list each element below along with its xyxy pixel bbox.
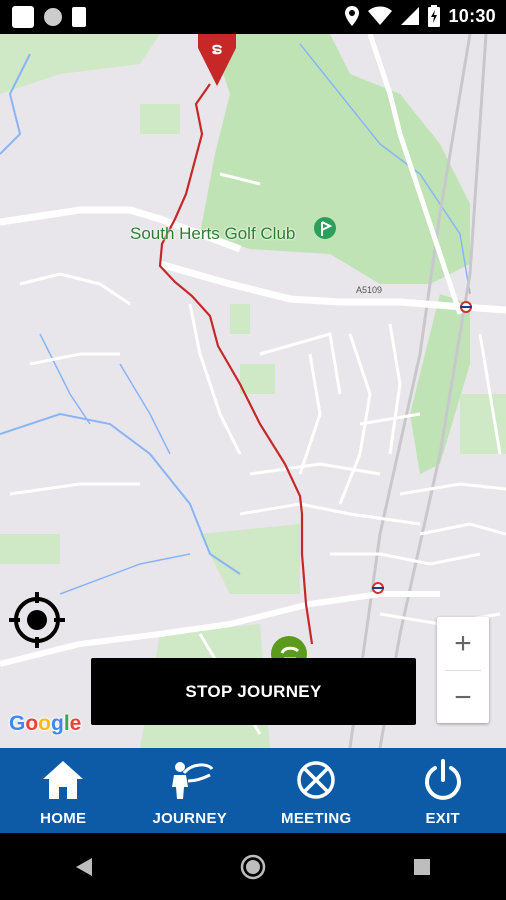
- status-time: 10:30: [448, 5, 496, 26]
- park-area: [200, 524, 300, 594]
- home-icon: [43, 761, 84, 799]
- map-canvas: [0, 34, 506, 748]
- zoom-in-button[interactable]: +: [437, 617, 489, 670]
- google-logo: Google: [9, 712, 81, 736]
- google-letter: g: [51, 712, 64, 735]
- road-label: A5109: [356, 285, 383, 295]
- battery-icon: [428, 5, 441, 27]
- tube-station-icon: [460, 301, 472, 313]
- nav-home-label: HOME: [40, 810, 87, 827]
- wifi-icon: [368, 6, 393, 25]
- google-letter: o: [38, 712, 51, 735]
- nav-home[interactable]: HOME: [0, 748, 127, 833]
- back-icon: [76, 857, 93, 876]
- power-icon: [424, 759, 461, 800]
- nav-exit[interactable]: EXIT: [380, 748, 506, 833]
- google-letter: o: [25, 712, 39, 735]
- tube-station-icon: [372, 582, 384, 594]
- google-letter: e: [69, 712, 82, 735]
- google-letter: G: [9, 712, 26, 735]
- destination-marker-icon[interactable]: ຣ: [194, 34, 240, 86]
- signal-icon: [401, 7, 420, 25]
- svg-text:ຣ: ຣ: [212, 41, 223, 58]
- place-label-golf-club: South Herts Golf Club: [130, 224, 296, 243]
- location-icon: [345, 6, 360, 26]
- record-icon: [44, 8, 62, 26]
- park-area: [230, 304, 250, 334]
- map-view[interactable]: South Herts Golf Club A5109 ຣ + − Google…: [0, 34, 506, 748]
- park-area: [140, 104, 180, 134]
- stream: [59, 553, 191, 595]
- zoom-controls: + −: [437, 617, 489, 723]
- notification-square-icon: [12, 6, 34, 28]
- nav-journey[interactable]: JOURNEY: [127, 748, 254, 833]
- stream: [39, 333, 91, 425]
- back-button[interactable]: [64, 847, 104, 887]
- bottom-nav: HOME JOURNEY MEETING EXIT: [0, 748, 506, 833]
- nav-meeting[interactable]: MEETING: [253, 748, 380, 833]
- nav-meeting-label: MEETING: [281, 810, 352, 827]
- recents-button[interactable]: [402, 847, 442, 887]
- status-bar: 10:30: [0, 0, 506, 34]
- sim-card-icon: [72, 7, 86, 27]
- park-area: [0, 534, 60, 564]
- stream: [119, 363, 171, 455]
- meeting-icon: [297, 761, 335, 799]
- home-circle-icon: [240, 854, 266, 879]
- zoom-out-button[interactable]: −: [437, 671, 489, 724]
- nav-journey-label: JOURNEY: [152, 810, 228, 827]
- system-nav-bar: [0, 833, 506, 900]
- golf-icon: [314, 217, 336, 239]
- nav-exit-label: EXIT: [425, 810, 461, 827]
- system-home-button[interactable]: [233, 847, 273, 887]
- my-location-button[interactable]: [8, 591, 66, 649]
- stop-journey-button[interactable]: STOP JOURNEY: [91, 658, 416, 725]
- journey-icon: [171, 762, 213, 799]
- park-area: [240, 364, 275, 394]
- recents-icon: [413, 858, 430, 875]
